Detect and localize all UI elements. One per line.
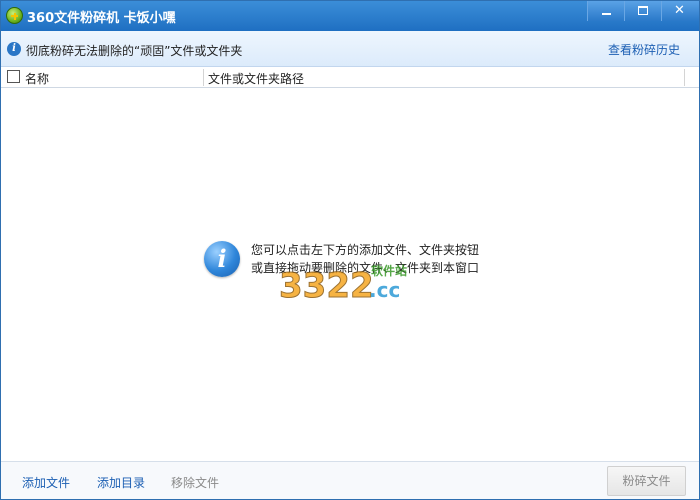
view-shred-history-link[interactable]: 查看粉碎历史 <box>608 41 680 58</box>
svg-text:.cc: .cc <box>369 278 400 302</box>
info-icon: i <box>204 241 240 277</box>
info-message: 彻底粉碎无法删除的“顽固”文件或文件夹 <box>26 44 243 58</box>
close-button[interactable]: ✕ <box>661 1 699 21</box>
svg-text:3322: 3322 <box>279 266 374 305</box>
maximize-button[interactable] <box>624 1 661 21</box>
close-icon: ✕ <box>674 3 685 18</box>
column-header-name[interactable]: 名称 <box>25 70 49 87</box>
minimize-button[interactable] <box>587 1 624 21</box>
window-title: 360文件粉碎机 卡饭小嘿 <box>27 11 176 26</box>
add-file-button[interactable]: 添加文件 <box>22 474 70 491</box>
svg-text:软件站: 软件站 <box>371 263 407 278</box>
column-divider[interactable] <box>684 69 685 86</box>
column-header-path[interactable]: 文件或文件夹路径 <box>208 70 304 87</box>
minimize-icon <box>602 13 611 15</box>
app-window: 360文件粉碎机 卡饭小嘿 ✕ i 彻底粉碎无法删除的“顽固”文件或文件夹 查看… <box>0 0 700 500</box>
empty-hint-line-1: 您可以点击左下方的添加文件、文件夹按钮 <box>251 243 480 257</box>
remove-file-button[interactable]: 移除文件 <box>171 474 219 491</box>
info-bar: i 彻底粉碎无法删除的“顽固”文件或文件夹 查看粉碎历史 <box>1 31 699 67</box>
site-watermark-logo: 3322 .cc 软件站 <box>279 263 407 305</box>
app-logo-icon <box>6 7 23 24</box>
shred-files-button[interactable]: 粉碎文件 <box>607 466 686 496</box>
table-header: 名称 文件或文件夹路径 <box>1 67 699 88</box>
maximize-icon <box>638 6 648 15</box>
column-divider[interactable] <box>203 69 204 86</box>
footer-toolbar: 添加文件 添加目录 移除文件 粉碎文件 <box>1 461 699 499</box>
add-directory-button[interactable]: 添加目录 <box>97 474 145 491</box>
title-bar[interactable]: 360文件粉碎机 卡饭小嘿 ✕ <box>1 1 699 31</box>
info-icon: i <box>7 42 21 56</box>
select-all-checkbox[interactable] <box>7 70 20 83</box>
